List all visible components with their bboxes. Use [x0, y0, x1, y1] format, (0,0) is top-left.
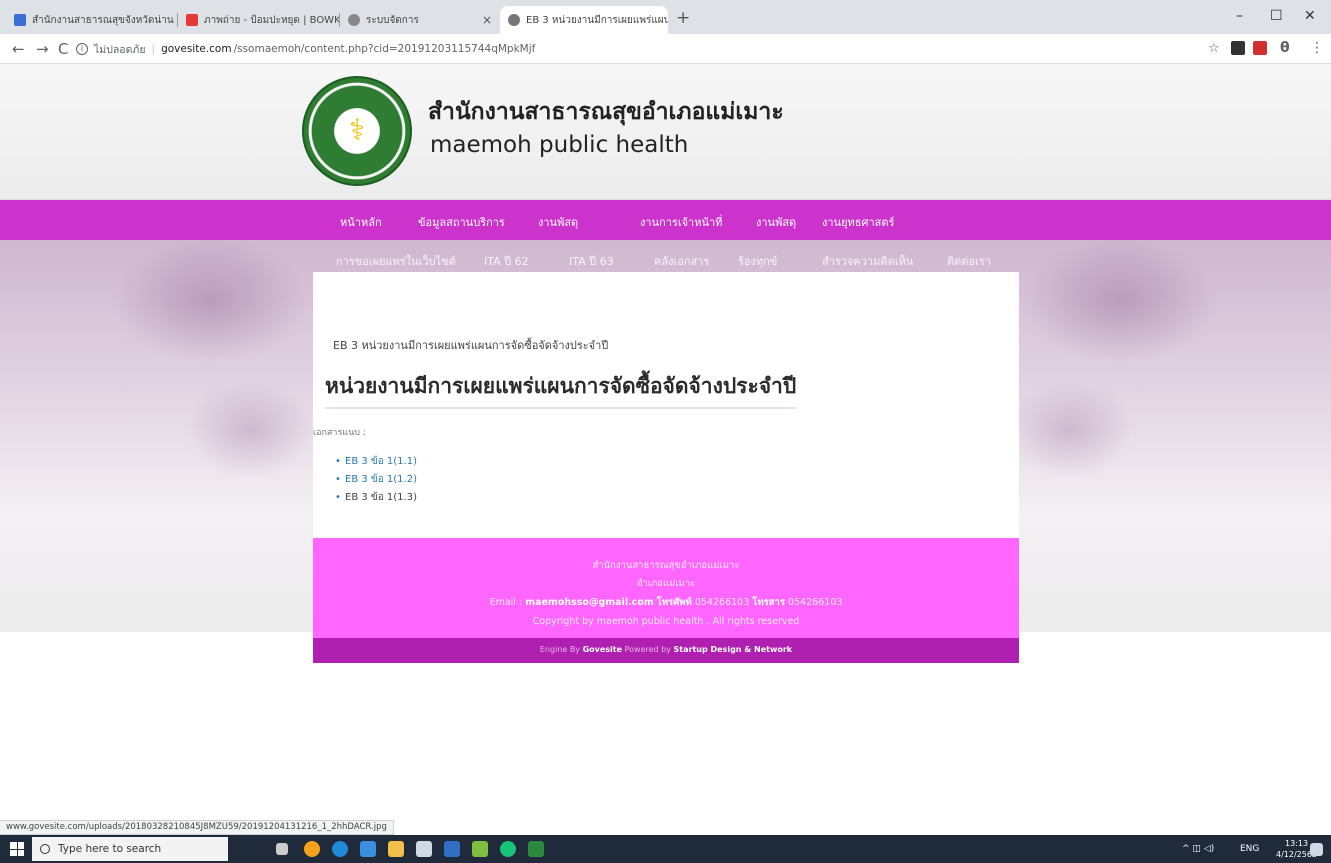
- documents-label: เอกสารแนบ :: [313, 428, 366, 438]
- excel-icon[interactable]: [528, 841, 544, 857]
- powered-by-link[interactable]: Startup Design & Network: [674, 645, 793, 654]
- star-icon[interactable]: ☆: [1208, 41, 1220, 56]
- link-status-bar: www.govesite.com/uploads/20180328210845J…: [0, 820, 394, 835]
- footer-copyright: Copyright by maemoh public health . All …: [532, 616, 800, 627]
- tab-title: ระบบจัดการ: [366, 14, 419, 26]
- search-icon: [40, 844, 50, 854]
- site-header: ⚕ สำนักงานสาธารณสุขอำเภอแม่เมาะ maemoh p…: [0, 64, 1331, 200]
- back-icon[interactable]: ←: [12, 40, 25, 58]
- page-title: หน่วยงานมีการเผยแพร่แผนการจัดซื้อจัดจ้าง…: [325, 370, 797, 409]
- forward-icon[interactable]: →: [36, 40, 49, 58]
- chrome-icon[interactable]: [304, 841, 320, 857]
- nav-supplies[interactable]: งานพัสดุ: [756, 213, 796, 231]
- browser-tab-3[interactable]: ระบบจัดการ ×: [340, 6, 500, 34]
- edge-icon[interactable]: [332, 841, 348, 857]
- footer-phone: 054266103: [694, 597, 750, 608]
- engine-link[interactable]: Govesite: [583, 645, 622, 654]
- main-navigation: หน้าหลัก ข้อมูลสถานบริการ งานพัสดุ งานกา…: [0, 200, 1331, 240]
- nav-publish-request[interactable]: การขอเผยแพร่ในเว็บไซต์: [336, 252, 456, 270]
- language-indicator[interactable]: ENG: [1240, 844, 1259, 854]
- account-icon[interactable]: θ: [1280, 40, 1290, 56]
- taskbar-search-input[interactable]: Type here to search: [32, 837, 228, 861]
- info-icon[interactable]: i: [76, 43, 88, 55]
- site-title-english: maemoh public health: [430, 132, 689, 158]
- maximize-button[interactable]: ☐: [1270, 8, 1283, 24]
- browser-tab-bar: สำนักงานสาธารณสุขจังหวัดน่าน - I × ภาพถ่…: [0, 0, 1331, 34]
- nav-survey[interactable]: สำรวจความคิดเห็น: [822, 252, 913, 270]
- word-icon[interactable]: [444, 841, 460, 857]
- line-icon[interactable]: [500, 841, 516, 857]
- nav-personnel[interactable]: งานการเจ้าหน้าที่: [640, 213, 722, 231]
- close-window-button[interactable]: ✕: [1304, 8, 1316, 24]
- document-link[interactable]: EB 3 ข้อ 1(1.3): [335, 489, 417, 507]
- url-path: /ssomaemoh/content.php?cid=2019120311574…: [233, 43, 536, 55]
- tab-title: สำนักงานสาธารณสุขจังหวัดน่าน - I: [32, 14, 178, 26]
- tab-favicon-icon: [186, 14, 198, 26]
- tab-title: ภาพถ่าย - ป้อมปะหยุด | BOWKY: [204, 14, 340, 26]
- footer-email[interactable]: maemohsso@gmail.com: [525, 597, 654, 608]
- url-field[interactable]: i ไม่ปลอดภัย | govesite.com /ssomaemoh/c…: [76, 38, 1186, 60]
- windows-taskbar: Type here to search ^ ◫ ◁) ENG 13:13 4/1…: [0, 835, 1331, 863]
- footer-credit-bar: Engine By Govesite Powered by Startup De…: [313, 638, 1019, 663]
- nav-documents[interactable]: คลังเอกสาร: [654, 252, 709, 270]
- app-icon[interactable]: [472, 841, 488, 857]
- new-tab-button[interactable]: +: [676, 8, 690, 28]
- document-link[interactable]: EB 3 ข้อ 1(1.2): [335, 471, 417, 489]
- footer-org-name: สำนักงานสาธารณสุขอำเภอแม่เมาะ: [592, 560, 740, 571]
- browser-address-bar: ← → C i ไม่ปลอดภัย | govesite.com /ssoma…: [0, 34, 1331, 64]
- breadcrumb: EB 3 หน่วยงานมีการเผยแพร่แผนการจัดซื้อจั…: [333, 339, 609, 352]
- nav-procurement[interactable]: งานพัสดุ: [538, 213, 578, 231]
- ministry-logo-icon[interactable]: ⚕: [302, 76, 412, 186]
- security-label: ไม่ปลอดภัย: [94, 43, 146, 56]
- nav-contact[interactable]: ติดต่อเรา: [947, 252, 991, 270]
- notifications-icon[interactable]: [1310, 843, 1323, 856]
- tray-icons[interactable]: ^ ◫ ◁): [1182, 844, 1214, 854]
- web-page: ⚕ สำนักงานสาธารณสุขอำเภอแม่เมาะ maemoh p…: [0, 64, 1331, 820]
- tab-favicon-icon: [14, 14, 26, 26]
- site-title-thai: สำนักงานสาธารณสุขอำเภอแม่เมาะ: [428, 99, 784, 125]
- nav-home[interactable]: หน้าหลัก: [340, 213, 382, 231]
- document-link[interactable]: EB 3 ข้อ 1(1.1): [335, 453, 417, 471]
- nav-ita-62[interactable]: ITA ปี 62: [484, 252, 529, 270]
- document-list: EB 3 ข้อ 1(1.1) EB 3 ข้อ 1(1.2) EB 3 ข้อ…: [335, 453, 417, 507]
- site-footer: สำนักงานสาธารณสุขอำเภอแม่เมาะ อำเภอแม่เม…: [313, 538, 1019, 638]
- footer-contact-line: Email : maemohsso@gmail.com โทรศัพท์ 054…: [489, 597, 843, 608]
- nav-strategy[interactable]: งานยุทธศาสตร์: [822, 213, 894, 231]
- extension-icon[interactable]: [1231, 41, 1245, 55]
- close-icon[interactable]: ×: [476, 13, 492, 27]
- footer-fax: 054266103: [788, 597, 843, 608]
- reload-icon[interactable]: C: [58, 40, 68, 58]
- url-domain: govesite.com: [161, 43, 232, 55]
- tab-favicon-icon: [508, 14, 520, 26]
- footer-district: อำเภอแม่เมาะ: [636, 578, 696, 589]
- menu-icon[interactable]: ⋮: [1310, 40, 1324, 56]
- browser-tab-1[interactable]: สำนักงานสาธารณสุขจังหวัดน่าน - I ×: [6, 6, 178, 34]
- nav-ita-63[interactable]: ITA ปี 63: [569, 252, 614, 270]
- task-view-icon[interactable]: [276, 843, 288, 855]
- mail-icon[interactable]: [416, 841, 432, 857]
- file-explorer-icon[interactable]: [360, 841, 376, 857]
- store-icon[interactable]: [388, 841, 404, 857]
- content-panel: EB 3 หน่วยงานมีการเผยแพร่แผนการจัดซื้อจั…: [313, 272, 1019, 538]
- nav-facility-info[interactable]: ข้อมูลสถานบริการ: [418, 213, 505, 231]
- browser-tab-2[interactable]: ภาพถ่าย - ป้อมปะหยุด | BOWKY ×: [178, 6, 340, 34]
- minimize-button[interactable]: –: [1236, 8, 1243, 24]
- tab-title: EB 3 หน่วยงานมีการเผยแพร่แผนการ: [526, 14, 668, 26]
- tab-favicon-icon: [348, 14, 360, 26]
- nav-complaint[interactable]: ร้องทุกข์: [738, 252, 777, 270]
- extension-icon[interactable]: [1253, 41, 1267, 55]
- browser-tab-active[interactable]: EB 3 หน่วยงานมีการเผยแพร่แผนการ ×: [500, 6, 668, 34]
- windows-start-icon[interactable]: [10, 842, 24, 856]
